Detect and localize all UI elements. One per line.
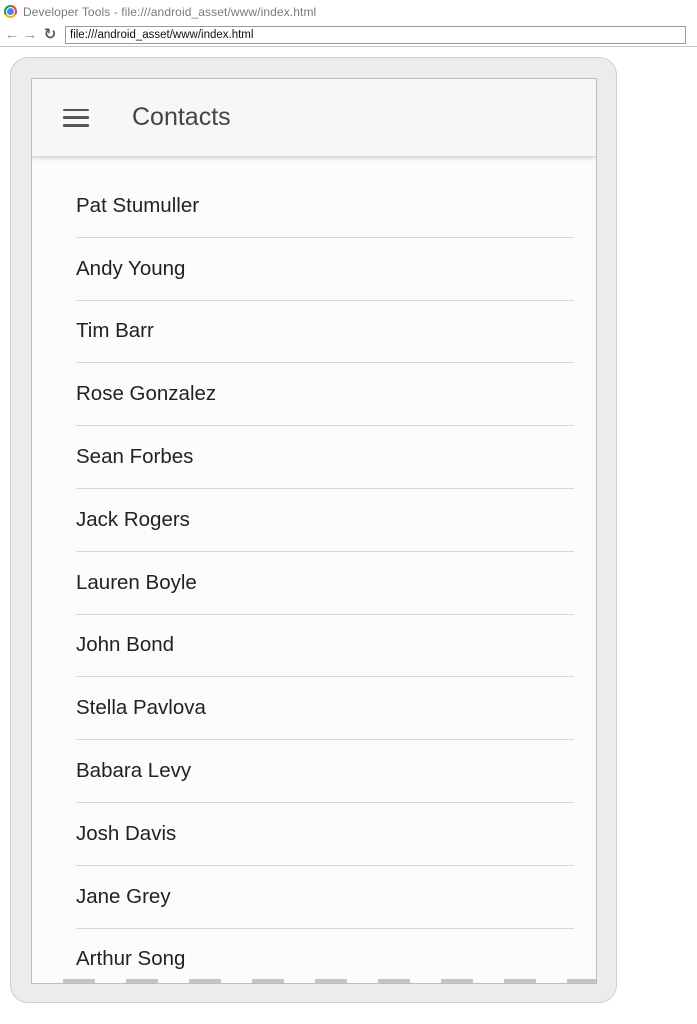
contact-list-item[interactable]: John Bond xyxy=(76,615,574,678)
contact-name: Rose Gonzalez xyxy=(76,382,217,406)
contact-list-item[interactable]: Rose Gonzalez xyxy=(76,363,574,427)
contact-list-item[interactable]: Sean Forbes xyxy=(76,426,574,489)
app-toolbar: Contacts xyxy=(32,79,596,157)
hamburger-menu-icon[interactable] xyxy=(63,108,89,127)
contact-name: Tim Barr xyxy=(76,319,154,343)
contact-name: Arthur Song xyxy=(76,947,186,971)
contact-name: Pat Stumuller xyxy=(76,193,200,217)
contact-name: Babara Levy xyxy=(76,759,192,783)
reload-icon[interactable]: ↻ xyxy=(41,26,59,44)
contact-name: Jane Grey xyxy=(76,884,171,908)
contact-name: Lauren Boyle xyxy=(76,570,197,594)
contact-name: Jack Rogers xyxy=(76,507,190,531)
contact-list-item[interactable]: Jack Rogers xyxy=(76,489,574,552)
scroll-edge-indicator xyxy=(32,979,596,983)
contact-name: John Bond xyxy=(76,633,175,657)
contact-name: Andy Young xyxy=(76,256,186,280)
contact-list-item[interactable]: Pat Stumuller xyxy=(76,175,574,238)
contact-name: Josh Davis xyxy=(76,821,177,845)
contact-list-item[interactable]: Jane Grey xyxy=(76,866,574,929)
device-frame: Contacts Pat Stumuller Andy Young Tim Ba… xyxy=(10,57,617,1003)
contact-name: Stella Pavlova xyxy=(76,696,206,720)
contact-list-item[interactable]: Josh Davis xyxy=(76,803,574,866)
contact-list-item[interactable]: Tim Barr xyxy=(76,301,574,364)
browser-navigation-bar: ← → ↻ file:///android_asset/www/index.ht… xyxy=(0,23,697,47)
contact-list-item[interactable]: Lauren Boyle xyxy=(76,552,574,615)
contact-name: Sean Forbes xyxy=(76,445,194,469)
contact-list-item[interactable]: Babara Levy xyxy=(76,740,574,803)
arrow-left-icon[interactable]: ← xyxy=(3,26,21,44)
contact-list-item[interactable]: Arthur Song xyxy=(76,929,574,983)
page-title: Contacts xyxy=(132,103,231,131)
contact-list-item[interactable]: Stella Pavlova xyxy=(76,677,574,741)
contact-list-item[interactable]: Andy Young xyxy=(76,238,574,301)
device-screen: Contacts Pat Stumuller Andy Young Tim Ba… xyxy=(31,78,597,984)
address-bar[interactable]: file:///android_asset/www/index.html xyxy=(65,25,686,44)
address-bar-url: file:///android_asset/www/index.html xyxy=(70,28,254,41)
contact-list: Pat Stumuller Andy Young Tim Barr Rose G… xyxy=(76,175,574,983)
arrow-right-icon[interactable]: → xyxy=(21,26,39,44)
chrome-logo-icon xyxy=(4,5,17,18)
browser-title-bar: Developer Tools - file:///android_asset/… xyxy=(0,0,697,23)
window-title: Developer Tools - file:///android_asset/… xyxy=(23,4,317,19)
